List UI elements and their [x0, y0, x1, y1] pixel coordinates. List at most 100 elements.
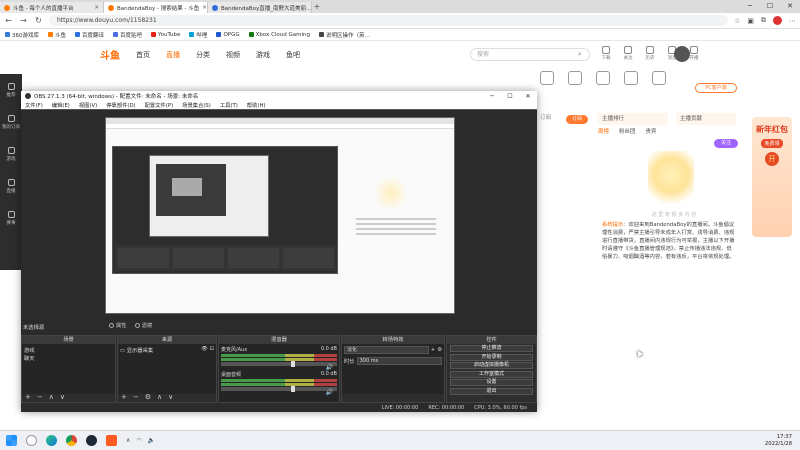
- bookmark-item[interactable]: 百度翻译: [75, 31, 104, 39]
- gear-icon[interactable]: ⚙: [437, 347, 442, 353]
- redpacket-open-button[interactable]: 开: [765, 152, 779, 166]
- nav-category[interactable]: 分类: [196, 50, 210, 60]
- remove-icon[interactable]: −: [37, 393, 43, 401]
- category-icon[interactable]: [540, 71, 554, 85]
- properties-button[interactable]: 属性: [109, 321, 127, 329]
- forward-arrow-icon[interactable]: →: [19, 16, 28, 25]
- close-tab-icon[interactable]: ✕: [94, 5, 99, 11]
- add-icon[interactable]: +: [25, 393, 31, 401]
- menu-edit[interactable]: 编辑(E): [52, 101, 70, 109]
- url-input[interactable]: https://www.douyu.com/1158231: [49, 15, 729, 26]
- menu-file[interactable]: 文件(F): [25, 101, 43, 109]
- source-item[interactable]: ▭ 显示器采集 👁 ⊡: [120, 346, 214, 354]
- add-icon[interactable]: +: [431, 347, 435, 353]
- duration-input[interactable]: 300 ms: [356, 357, 442, 365]
- bookmark-item[interactable]: 说明区操作（英...: [319, 31, 370, 39]
- category-icon[interactable]: [652, 71, 666, 85]
- sidebar-item-recommend[interactable]: 推荐: [0, 74, 22, 106]
- anchor-rank-dropdown[interactable]: 主播排行: [598, 113, 668, 125]
- bookmark-item[interactable]: 哔哩: [189, 31, 207, 39]
- move-up-icon[interactable]: ∧: [49, 393, 54, 401]
- search-icon[interactable]: [26, 435, 37, 446]
- douyu-app-icon[interactable]: [106, 435, 117, 446]
- menu-view[interactable]: 视图(V): [79, 101, 97, 109]
- nav-video[interactable]: 视频: [226, 50, 240, 60]
- edge-icon[interactable]: [46, 435, 57, 446]
- bookmark-item[interactable]: 百度贴吧: [113, 31, 142, 39]
- chevron-up-icon[interactable]: ∧: [126, 437, 130, 444]
- add-icon[interactable]: +: [121, 393, 127, 401]
- nav-games[interactable]: 游戏: [256, 50, 270, 60]
- filters-button[interactable]: 滤镜: [134, 321, 152, 329]
- download-button[interactable]: 下载: [600, 46, 612, 61]
- menu-docks[interactable]: 停靠部件(D): [106, 101, 135, 109]
- collections-icon[interactable]: ⧉: [761, 16, 766, 25]
- category-icon[interactable]: [624, 71, 638, 85]
- bookmark-item[interactable]: 斗鱼: [48, 31, 66, 39]
- tab-fans[interactable]: 粉丝团: [619, 127, 636, 139]
- back-arrow-icon[interactable]: ←: [4, 16, 13, 25]
- menu-tools[interactable]: 工具(T): [220, 101, 238, 109]
- volume-knob[interactable]: [291, 386, 295, 392]
- maximize-button[interactable]: ☐: [760, 0, 780, 13]
- bookmark-item[interactable]: OPGG: [216, 32, 240, 38]
- browser-tab-3[interactable]: BandendaBoy直播_南野大道美丽... ✕: [208, 2, 312, 13]
- transition-select[interactable]: 淡化: [344, 346, 429, 354]
- lock-icon[interactable]: ⊡: [210, 346, 214, 352]
- speaker-icon[interactable]: 🔊: [326, 364, 333, 371]
- move-up-icon[interactable]: ∧: [157, 393, 162, 401]
- user-avatar[interactable]: [674, 46, 690, 62]
- obs-minimize-button[interactable]: ─: [483, 93, 501, 100]
- obs-close-button[interactable]: ✕: [519, 93, 537, 100]
- browser-tab-1[interactable]: 斗鱼 - 每个人的直播平台 ✕: [0, 2, 104, 13]
- stop-streaming-button[interactable]: 停止推流: [450, 345, 533, 352]
- new-year-redpacket[interactable]: 新年红包 免费领 开: [752, 117, 792, 237]
- history-button[interactable]: 历史: [644, 46, 656, 61]
- pc-client-button[interactable]: PC客户端: [695, 83, 737, 93]
- star-icon[interactable]: ☆: [734, 17, 740, 25]
- bookmark-item[interactable]: YouTube: [151, 32, 180, 38]
- sidebar-item-events[interactable]: 赛事: [0, 202, 22, 234]
- nav-yuba[interactable]: 鱼吧: [286, 50, 300, 60]
- nav-live[interactable]: 直播: [166, 50, 180, 60]
- menu-dots-icon[interactable]: ⋯: [789, 17, 796, 25]
- menu-scene-collection[interactable]: 场景集合(S): [182, 101, 211, 109]
- nav-home[interactable]: 首页: [136, 50, 150, 60]
- sidebar-item-games[interactable]: 游戏: [0, 138, 22, 170]
- volume-slider[interactable]: [221, 361, 337, 367]
- minimize-button[interactable]: ─: [740, 0, 760, 13]
- follow-list-button[interactable]: 关注: [622, 46, 634, 61]
- exit-button[interactable]: 退出: [450, 387, 533, 395]
- subscribe-button[interactable]: 订阅: [566, 115, 588, 124]
- tab-vip[interactable]: 贵宾: [646, 127, 657, 139]
- close-tab-icon[interactable]: ✕: [202, 5, 207, 11]
- settings-button[interactable]: 设置: [450, 379, 533, 386]
- chrome-icon[interactable]: [66, 435, 77, 446]
- virtual-camera-button[interactable]: 启动虚拟摄像机: [450, 362, 533, 369]
- speaker-icon[interactable]: 🔊: [326, 389, 333, 396]
- contribution-dropdown[interactable]: 主播贡献: [676, 113, 736, 125]
- scene-item[interactable]: 游戏: [24, 346, 113, 354]
- extensions-icon[interactable]: ▣: [747, 17, 754, 25]
- obs-preview[interactable]: [21, 110, 537, 320]
- douyu-search-input[interactable]: 搜索: [470, 48, 590, 61]
- douyu-logo[interactable]: 斗鱼: [100, 47, 120, 62]
- wifi-icon[interactable]: ◠: [136, 437, 141, 444]
- volume-slider[interactable]: [221, 386, 337, 392]
- profile-avatar[interactable]: [773, 16, 782, 25]
- search-icon[interactable]: ⌕: [578, 50, 582, 59]
- start-recording-button[interactable]: 开始录制: [450, 353, 533, 361]
- follow-button[interactable]: 关注: [714, 139, 738, 148]
- category-icon[interactable]: [596, 71, 610, 85]
- volume-icon[interactable]: 🔈: [148, 437, 155, 444]
- gear-icon[interactable]: ⚙: [145, 393, 151, 401]
- studio-mode-button[interactable]: 工作室模式: [450, 370, 533, 378]
- move-down-icon[interactable]: ∨: [60, 393, 65, 401]
- steam-icon[interactable]: [86, 435, 97, 446]
- move-down-icon[interactable]: ∨: [168, 393, 173, 401]
- tab-weekly[interactable]: 周榜: [598, 127, 609, 139]
- bookmark-item[interactable]: 360游戏库: [5, 31, 39, 39]
- menu-profile[interactable]: 配置文件(P): [145, 101, 174, 109]
- browser-tab-2[interactable]: BandendaBoy - 搜索结果 - 斗鱼 ✕: [104, 2, 208, 13]
- taskbar-clock[interactable]: 17:37 2022/1/28: [765, 434, 800, 448]
